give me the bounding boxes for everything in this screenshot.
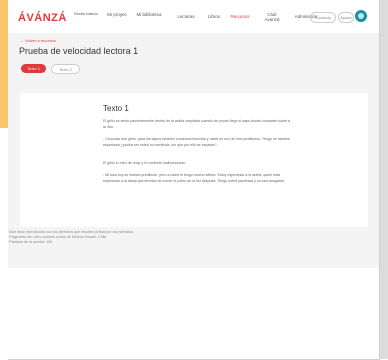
user-avatar[interactable]: [355, 10, 367, 22]
nav-item-mi-proyec[interactable]: Mi proyec: [106, 12, 128, 17]
footer-word-count: Palabras de la prueba: 126: [9, 240, 53, 244]
user-icon: [358, 13, 364, 19]
nav-item-club-avanza[interactable]: Club Avanzá: [261, 12, 283, 22]
page-title: Prueba de velocidad lectora 1: [19, 46, 139, 56]
app-window: ÁVÁNZÁ Sextio basico Mi proyec Mi biblio…: [8, 0, 380, 360]
card-title: Texto 1: [103, 104, 129, 113]
paragraph-3: El grillo lo miró de reojo y le contestó…: [103, 161, 186, 165]
contact-button[interactable]: Contacto: [310, 12, 336, 23]
help-button[interactable]: Ayuda: [338, 12, 354, 23]
paragraph-2: - Chucolas don grillo, para los sapos ta…: [103, 137, 290, 147]
tab-texto-1[interactable]: Texto 1: [21, 64, 46, 73]
nav-item-mi-biblioteca[interactable]: Mi biblioteca: [136, 12, 162, 17]
footer-source: Fragmento de: Libro cuentos cortos de Mo…: [9, 235, 107, 239]
logo-subtitle: Sextio basico: [74, 11, 98, 16]
breadcrumb-back-link[interactable]: ← Volver a recursos: [20, 38, 56, 43]
tab-texto-2[interactable]: Texto 2: [51, 64, 80, 74]
nav-item-lecturas[interactable]: Lecturas: [173, 14, 199, 19]
nav-item-libros[interactable]: Libros: [205, 14, 223, 19]
reading-card: Texto 1 El grillo se sentó pacientemente…: [20, 93, 368, 227]
footer-rights: Este texto reproducido con los derechos …: [9, 230, 135, 234]
side-scroll-area: [379, 0, 388, 359]
paragraph-4: - Mi tuca soy su insecto predilecto, per…: [103, 173, 286, 183]
top-navigation-bar: ÁVÁNZÁ Sextio basico Mi proyec Mi biblio…: [8, 0, 379, 34]
paragraph-1: El grillo se sentó pacientemente dentro …: [103, 119, 290, 129]
logo[interactable]: ÁVÁNZÁ: [18, 12, 67, 24]
nav-item-recursos[interactable]: Recursos: [227, 14, 253, 19]
